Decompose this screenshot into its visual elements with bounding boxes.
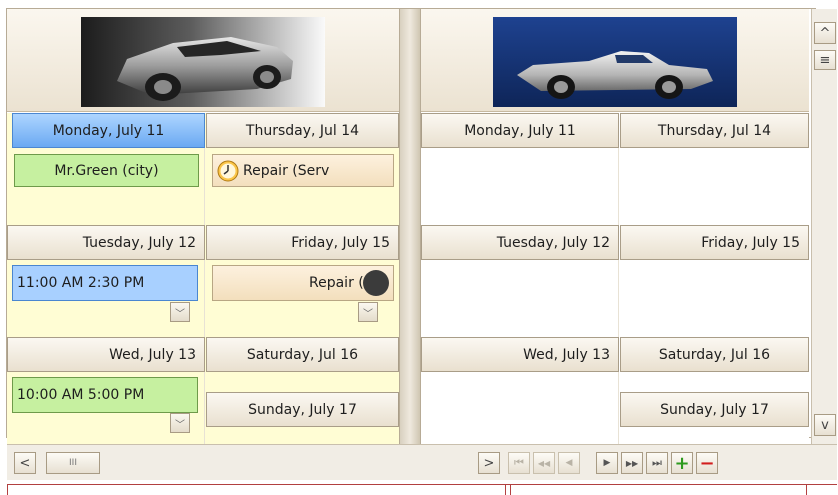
navigate-next-page-button[interactable]: ▶▶	[621, 452, 643, 474]
vertical-scroll-thumb[interactable]: ≡	[814, 50, 836, 70]
scroll-right-button[interactable]: >	[478, 452, 500, 474]
appointment-subject: Mr.Green (city)	[54, 162, 159, 179]
day-header-label: Wed, July 13	[109, 346, 196, 363]
appointment-repair-friday[interactable]: Repair (Ser	[212, 265, 394, 301]
previous-icon: ◀	[565, 458, 573, 468]
appointment-repair-thursday[interactable]: Repair (Serv	[212, 154, 394, 187]
column-divider	[204, 113, 205, 444]
day-header-saturday[interactable]: Saturday, Jul 16	[620, 337, 809, 372]
guide-line	[7, 484, 8, 495]
add-resource-button[interactable]: +	[671, 452, 693, 474]
appointment-time: 10:00 AM 5:00 PM	[17, 387, 145, 403]
day-header-label: Saturday, Jul 16	[246, 346, 359, 363]
day-header-wednesday[interactable]: Wed, July 13	[7, 337, 205, 372]
horizontal-scroll-thumb[interactable]: III	[46, 452, 100, 474]
navigate-last-button[interactable]: ⏭	[646, 452, 668, 474]
day-header-sunday[interactable]: Sunday, July 17	[206, 392, 399, 427]
scroll-up-button[interactable]: ^	[814, 22, 836, 44]
vertical-scrollbar[interactable]	[811, 9, 837, 444]
day-header-label: Sunday, July 17	[660, 401, 769, 418]
day-header-label: Wed, July 13	[523, 346, 610, 363]
guide-line	[505, 484, 506, 495]
chevron-down-icon: v	[821, 417, 829, 433]
next-icon: ▶	[603, 458, 611, 468]
day-header-label: Tuesday, July 12	[496, 234, 610, 251]
plus-icon: +	[674, 452, 690, 474]
chevron-up-icon: ^	[819, 25, 831, 41]
navigate-previous-page-button[interactable]: ◀◀	[533, 452, 555, 474]
grip-icon: III	[69, 458, 77, 468]
chevron-down-icon: ﹀	[363, 308, 373, 320]
scroll-left-button[interactable]: <	[14, 452, 36, 474]
more-appointments-button[interactable]: ﹀	[358, 302, 378, 322]
day-header-label: Tuesday, July 12	[82, 234, 196, 251]
resource-header-2[interactable]	[421, 9, 809, 112]
navigate-first-button[interactable]: ⏮	[508, 452, 530, 474]
last-icon: ⏭	[652, 456, 662, 469]
day-header-monday[interactable]: Monday, July 11	[421, 113, 619, 148]
chevron-down-icon: ﹀	[175, 419, 185, 431]
day-header-label: Thursday, Jul 14	[245, 122, 360, 139]
resource-splitter[interactable]	[399, 9, 421, 444]
day-header-tuesday[interactable]: Tuesday, July 12	[7, 225, 205, 260]
scroll-down-button[interactable]: v	[814, 414, 836, 436]
more-appointments-button[interactable]: ﹀	[170, 302, 190, 322]
guide-line	[510, 484, 511, 495]
navigate-next-button[interactable]: ▶	[596, 452, 618, 474]
day-header-friday[interactable]: Friday, July 15	[206, 225, 399, 260]
appointment-subject: Repair (Serv	[243, 162, 330, 179]
grip-icon: ≡	[819, 52, 831, 68]
day-header-sunday[interactable]: Sunday, July 17	[620, 392, 809, 427]
guide-line	[7, 484, 837, 485]
more-appointments-button[interactable]: ﹀	[170, 413, 190, 433]
chevron-down-icon: ﹀	[175, 308, 185, 320]
day-header-saturday[interactable]: Saturday, Jul 16	[206, 337, 399, 372]
chevron-left-icon: <	[19, 455, 31, 471]
day-header-label: Friday, July 15	[701, 234, 800, 251]
appointment-tuesday[interactable]: 11:00 AM 2:30 PM	[12, 265, 198, 301]
clock-icon	[217, 160, 239, 182]
minus-icon: −	[699, 452, 715, 474]
silver-coupe-car-icon	[81, 17, 325, 107]
first-icon: ⏮	[514, 456, 524, 469]
day-header-tuesday[interactable]: Tuesday, July 12	[421, 225, 619, 260]
day-header-label: Thursday, Jul 14	[657, 122, 772, 139]
appointment-mr-green[interactable]: Mr.Green (city)	[14, 154, 199, 187]
appointment-time: 11:00 AM 2:30 PM	[17, 275, 145, 291]
mouse-cursor-icon	[363, 270, 389, 296]
resource-header-1[interactable]	[7, 9, 399, 112]
remove-resource-button[interactable]: −	[696, 452, 718, 474]
appointment-wednesday[interactable]: 10:00 AM 5:00 PM	[12, 377, 198, 413]
day-header-label: Sunday, July 17	[248, 401, 357, 418]
day-header-thursday[interactable]: Thursday, Jul 14	[206, 113, 399, 148]
day-header-monday[interactable]: Monday, July 11	[12, 113, 205, 148]
previous-page-icon: ◀◀	[537, 458, 551, 468]
day-header-label: Saturday, Jul 16	[658, 346, 771, 363]
day-header-label: Monday, July 11	[52, 122, 165, 139]
chevron-right-icon: >	[483, 455, 495, 471]
column-divider	[618, 113, 619, 444]
day-header-label: Monday, July 11	[464, 122, 576, 139]
guide-line	[806, 484, 807, 495]
day-header-wednesday[interactable]: Wed, July 13	[421, 337, 619, 372]
next-page-icon: ▶▶	[625, 458, 639, 468]
day-header-thursday[interactable]: Thursday, Jul 14	[620, 113, 809, 148]
day-header-label: Friday, July 15	[291, 234, 390, 251]
silver-convertible-car-icon	[493, 17, 737, 107]
day-header-friday[interactable]: Friday, July 15	[620, 225, 809, 260]
navigate-previous-button[interactable]: ◀	[558, 452, 580, 474]
